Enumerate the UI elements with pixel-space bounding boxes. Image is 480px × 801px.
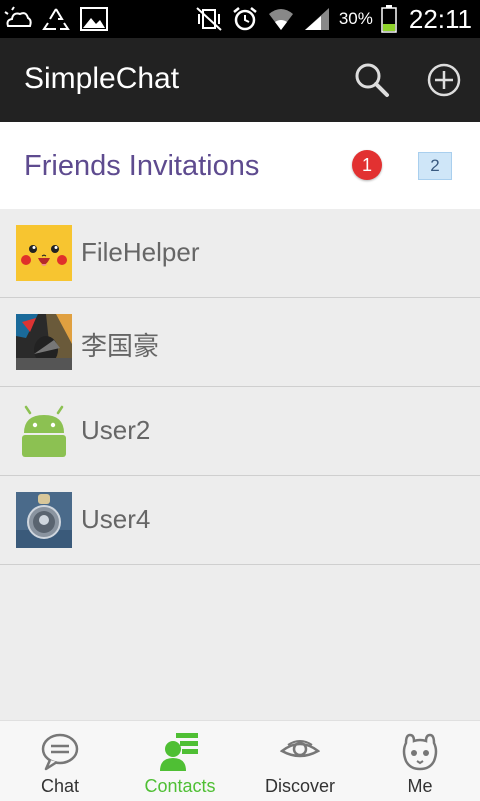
eye-icon	[280, 740, 320, 758]
app-title: SimpleChat	[24, 62, 180, 95]
signal-icon	[304, 8, 329, 30]
contact-name: User2	[81, 415, 151, 445]
tab-label: Discover	[264, 776, 335, 796]
friends-invitations-row[interactable]: Friends Invitations 1 2	[0, 122, 480, 209]
contact-item[interactable]: FileHelper	[0, 209, 480, 298]
tab-label: Chat	[40, 776, 80, 796]
status-system: 30% 22:11	[195, 4, 472, 34]
add-button[interactable]	[424, 60, 464, 100]
contacts-icon	[160, 733, 198, 771]
android-avatar	[16, 403, 72, 459]
contact-list: FileHelper 李国豪 User2 User4	[0, 209, 480, 565]
unread-badge: 1	[352, 150, 382, 180]
wifi-icon	[268, 9, 293, 30]
search-icon	[355, 63, 389, 97]
weather-icon	[4, 6, 32, 27]
battery-icon	[381, 5, 397, 33]
invitations-label: Friends Invitations	[24, 150, 260, 182]
tab-me[interactable]: Me	[360, 721, 480, 801]
vibrate-mute-icon	[196, 7, 222, 31]
coin-avatar	[16, 492, 72, 548]
contact-item[interactable]: User4	[0, 476, 480, 565]
clock: 22:11	[408, 3, 472, 34]
recycle-icon	[42, 8, 70, 30]
alarm-icon	[233, 7, 257, 31]
tab-label: Me	[407, 776, 433, 796]
contact-name: FileHelper	[81, 237, 200, 267]
chat-bubble-icon	[41, 733, 79, 771]
action-bar: SimpleChat	[0, 38, 480, 122]
contact-name: User4	[81, 504, 151, 534]
bottom-tab-bar: Chat Contacts Discover Me	[0, 720, 480, 801]
photo-avatar	[16, 314, 72, 370]
face-icon	[402, 733, 438, 771]
plus-circle-icon	[427, 63, 461, 97]
contact-name: 李国豪	[81, 331, 160, 361]
invitation-count: 2	[418, 152, 452, 180]
tab-label: Contacts	[144, 776, 216, 796]
pikachu-avatar	[16, 225, 72, 281]
status-bar: 30% 22:11	[0, 0, 480, 38]
tab-contacts[interactable]: Contacts	[120, 721, 240, 801]
contact-item[interactable]: User2	[0, 387, 480, 476]
tab-chat[interactable]: Chat	[0, 721, 120, 801]
battery-percent: 30%	[338, 9, 373, 28]
image-icon	[80, 7, 108, 31]
tab-discover[interactable]: Discover	[240, 721, 360, 801]
contact-item[interactable]: 李国豪	[0, 298, 480, 387]
search-button[interactable]	[352, 60, 392, 100]
status-notifications	[4, 4, 108, 34]
